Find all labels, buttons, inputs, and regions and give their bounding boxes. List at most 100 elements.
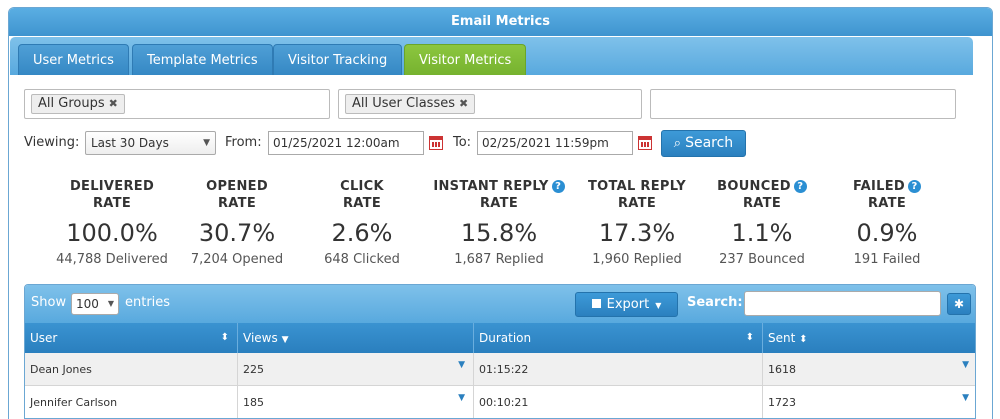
- panel-title: Email Metrics: [9, 8, 992, 36]
- groups-tag-label: All Groups: [38, 96, 105, 111]
- metric-value: 100.0%: [66, 219, 158, 247]
- export-icon: [591, 299, 601, 308]
- metric-value: 0.9%: [856, 219, 918, 247]
- row-dropdown-icon[interactable]: ▼: [458, 382, 465, 415]
- metric-subtext: 1,687 Replied: [454, 252, 544, 267]
- metrics-table: Show 100 ▼ entries Export ▼ Search: ✱ Use…: [24, 284, 976, 419]
- cell-sent-value: 1723: [768, 396, 796, 409]
- user-classes-multiselect[interactable]: All User Classes ✖: [338, 89, 642, 119]
- show-label: Show: [31, 295, 67, 310]
- metric-title: INSTANT REPLY? RATE: [424, 178, 574, 212]
- help-icon[interactable]: ?: [551, 180, 565, 193]
- metric-value: 17.3%: [598, 219, 676, 247]
- tab-user-metrics[interactable]: User Metrics: [18, 44, 129, 75]
- metric-title: FAILED? RATE: [822, 178, 952, 212]
- metric-subtext: 191 Failed: [853, 252, 921, 267]
- calendar-icon[interactable]: [638, 136, 652, 150]
- cell-user: Jennifer Carlson: [25, 386, 238, 418]
- user-classes-tag-label: All User Classes: [352, 96, 455, 111]
- third-filter-input[interactable]: [650, 89, 956, 119]
- table-search-label: Search:: [687, 295, 743, 310]
- metric-title: TOTAL REPLY RATE: [572, 178, 702, 212]
- table-search-input[interactable]: [744, 291, 941, 316]
- table-toolbar: Show 100 ▼ entries Export ▼ Search: ✱: [25, 285, 975, 323]
- metric-title-line2: RATE: [479, 196, 518, 211]
- column-header-label: Views: [243, 331, 278, 345]
- metric-value: 1.1%: [731, 219, 793, 247]
- metric-subtext: 1,960 Replied: [592, 252, 682, 267]
- metric-title-line1: DELIVERED: [69, 179, 155, 194]
- metric-title-line1: INSTANT REPLY: [433, 179, 549, 194]
- metric-total-reply-rate: TOTAL REPLY RATE 17.3% 1,960 Replied: [572, 178, 702, 267]
- cell-user: Dean Jones: [25, 353, 238, 386]
- cell-views: 225 ▼: [238, 353, 474, 386]
- sort-icon: ⬍: [745, 332, 754, 343]
- help-icon[interactable]: ?: [908, 180, 922, 193]
- cell-duration: 00:10:21: [474, 386, 763, 418]
- metric-title: BOUNCED? RATE: [697, 178, 827, 212]
- column-header-sent[interactable]: Sent ⬍: [763, 323, 975, 353]
- tab-visitor-tracking[interactable]: Visitor Tracking: [273, 44, 403, 75]
- user-classes-tag: All User Classes ✖: [345, 94, 476, 114]
- sort-desc-icon: ▼: [281, 335, 289, 345]
- tab-template-metrics[interactable]: Template Metrics: [132, 44, 273, 75]
- metric-value: 2.6%: [331, 219, 393, 247]
- metric-title-line1: OPENED: [206, 179, 268, 194]
- remove-user-classes-tag-icon[interactable]: ✖: [459, 97, 468, 110]
- row-dropdown-icon[interactable]: ▼: [458, 349, 465, 382]
- metric-subtext: 648 Clicked: [324, 252, 400, 267]
- to-date-input[interactable]: 02/25/2021 11:59pm: [477, 131, 633, 155]
- to-label: To:: [453, 135, 472, 150]
- gear-icon[interactable]: ✱: [947, 293, 971, 315]
- metric-opened-rate: OPENED RATE 30.7% 7,204 Opened: [172, 178, 302, 267]
- metric-title-line2: RATE: [92, 196, 131, 211]
- metric-click-rate: CLICK RATE 2.6% 648 Clicked: [297, 178, 427, 267]
- from-date-input[interactable]: 01/25/2021 12:00am: [268, 131, 424, 155]
- table-row[interactable]: Jennifer Carlson 185 ▼ 00:10:21 1723 ▼: [25, 386, 975, 418]
- column-header-user[interactable]: User ⬍: [25, 323, 238, 353]
- metric-delivered-rate: DELIVERED RATE 100.0% 44,788 Delivered: [47, 178, 177, 267]
- column-header-duration[interactable]: Duration ⬍: [474, 323, 763, 353]
- search-icon: ⌕: [673, 136, 682, 151]
- metric-title-line1: CLICK: [340, 179, 384, 194]
- metric-value: 15.8%: [460, 219, 538, 247]
- search-button-label: Search: [685, 135, 734, 151]
- remove-groups-tag-icon[interactable]: ✖: [109, 97, 118, 110]
- tab-visitor-metrics[interactable]: Visitor Metrics: [404, 44, 527, 75]
- metric-title-line1: FAILED: [852, 179, 906, 194]
- metric-failed-rate: FAILED? RATE 0.9% 191 Failed: [822, 178, 952, 267]
- metric-title-line2: RATE: [342, 196, 381, 211]
- export-button-label: Export: [606, 297, 650, 312]
- cell-sent: 1618 ▼: [763, 353, 975, 386]
- metric-title-line1: TOTAL REPLY: [587, 179, 687, 194]
- metric-title: CLICK RATE: [297, 178, 427, 212]
- metric-subtext: 7,204 Opened: [190, 252, 284, 267]
- metric-title: OPENED RATE: [172, 178, 302, 212]
- row-dropdown-icon[interactable]: ▼: [962, 349, 969, 382]
- column-header-label: User: [30, 331, 58, 345]
- metric-subtext: 44,788 Delivered: [56, 252, 168, 267]
- metric-title-line1: BOUNCED: [717, 179, 791, 194]
- table-row[interactable]: Dean Jones 225 ▼ 01:15:22 1618 ▼: [25, 353, 975, 386]
- cell-sent: 1723 ▼: [763, 386, 975, 418]
- cell-views-value: 185: [243, 396, 264, 409]
- viewing-label: Viewing:: [24, 135, 80, 150]
- row-dropdown-icon[interactable]: ▼: [962, 382, 969, 415]
- metric-title: DELIVERED RATE: [47, 178, 177, 212]
- tab-strip: User Metrics Template Metrics Visitor Tr…: [10, 37, 973, 75]
- viewing-select[interactable]: Last 30 Days ▼: [85, 131, 216, 155]
- sort-icon: ⬍: [220, 332, 229, 343]
- sort-icon: ⬍: [799, 334, 808, 345]
- column-header-views[interactable]: Views ▼: [238, 323, 474, 353]
- entries-select[interactable]: 100 ▼: [71, 293, 119, 315]
- metric-value: 30.7%: [198, 219, 276, 247]
- table-header: User ⬍ Views ▼ Duration ⬍ Sent ⬍: [25, 323, 975, 353]
- groups-multiselect[interactable]: All Groups ✖: [24, 89, 330, 119]
- export-button[interactable]: Export ▼: [575, 292, 678, 317]
- metric-title-line2: RATE: [742, 196, 781, 211]
- chevron-down-icon: ▼: [655, 301, 662, 310]
- calendar-icon[interactable]: [429, 136, 443, 150]
- help-icon[interactable]: ?: [793, 180, 807, 193]
- search-button[interactable]: ⌕ Search: [661, 130, 746, 157]
- cell-sent-value: 1618: [768, 363, 796, 376]
